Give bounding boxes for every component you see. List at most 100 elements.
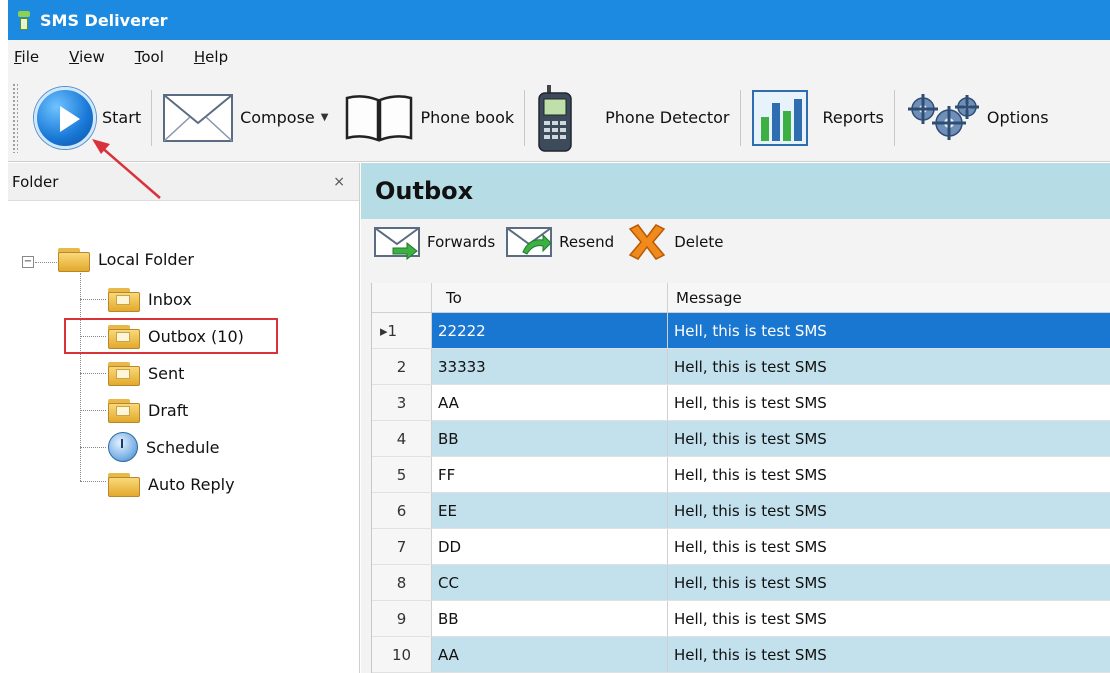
- mobile-phone-icon: [538, 84, 572, 152]
- tree-item-sent[interactable]: Sent: [108, 356, 184, 390]
- tree-item-auto-reply[interactable]: Auto Reply: [108, 467, 235, 501]
- row-index: ▸1: [372, 313, 432, 348]
- cell-message[interactable]: Hell, this is test SMS: [668, 601, 1110, 636]
- sent-folder-icon: [108, 360, 140, 386]
- cell-message[interactable]: Hell, this is test SMS: [668, 493, 1110, 528]
- folder-pane-header: Folder ×: [8, 163, 359, 201]
- start-button[interactable]: Start: [26, 80, 149, 156]
- options-button[interactable]: Options: [897, 80, 1057, 156]
- cell-message[interactable]: Hell, this is test SMS: [668, 349, 1110, 384]
- phone-detector-label: Phone Detector: [605, 108, 730, 127]
- row-index: 6: [372, 493, 432, 528]
- delete-button[interactable]: Delete: [624, 223, 724, 261]
- cell-to[interactable]: 22222: [432, 313, 668, 348]
- row-index: 3: [372, 385, 432, 420]
- table-row[interactable]: 8 CC Hell, this is test SMS: [372, 565, 1110, 601]
- table-row[interactable]: 9 BB Hell, this is test SMS: [372, 601, 1110, 637]
- cell-to[interactable]: FF: [432, 457, 668, 492]
- cell-message[interactable]: Hell, this is test SMS: [668, 637, 1110, 672]
- phone-book-button[interactable]: Phone book: [336, 80, 522, 156]
- tree-connector: [80, 299, 106, 300]
- table-row[interactable]: 7 DD Hell, this is test SMS: [372, 529, 1110, 565]
- cell-message[interactable]: Hell, this is test SMS: [668, 565, 1110, 600]
- menu-file[interactable]: File: [14, 48, 39, 66]
- row-index: 2: [372, 349, 432, 384]
- cell-message[interactable]: Hell, this is test SMS: [668, 421, 1110, 456]
- resend-envelope-icon: [506, 227, 553, 257]
- folder-open-icon: [58, 246, 90, 272]
- envelope-icon: [163, 93, 234, 142]
- chevron-down-icon[interactable]: ▼: [321, 112, 329, 123]
- cell-to[interactable]: EE: [432, 493, 668, 528]
- cell-to[interactable]: AA: [432, 385, 668, 420]
- message-actions-toolbar: Forwards Resend Delete: [361, 219, 1110, 265]
- main-toolbar: Start Compose ▼ Phone book Phone Detecto…: [8, 74, 1110, 162]
- cell-message[interactable]: Hell, this is test SMS: [668, 529, 1110, 564]
- column-header-to[interactable]: To: [432, 283, 668, 312]
- forwards-button[interactable]: Forwards: [373, 224, 495, 260]
- toolbar-separator: [739, 89, 741, 146]
- row-index: 5: [372, 457, 432, 492]
- cell-message[interactable]: Hell, this is test SMS: [668, 457, 1110, 492]
- table-row[interactable]: 6 EE Hell, this is test SMS: [372, 493, 1110, 529]
- auto-reply-folder-icon: [108, 471, 140, 497]
- tree-item-draft[interactable]: Draft: [108, 393, 188, 427]
- compose-button[interactable]: Compose ▼: [154, 80, 336, 156]
- cell-to[interactable]: 33333: [432, 349, 668, 384]
- reports-button[interactable]: Reports: [743, 80, 892, 156]
- cell-to[interactable]: AA: [432, 637, 668, 672]
- table-row[interactable]: ▸1 22222 Hell, this is test SMS: [372, 313, 1110, 349]
- cell-to[interactable]: DD: [432, 529, 668, 564]
- table-row[interactable]: 2 33333 Hell, this is test SMS: [372, 349, 1110, 385]
- start-label: Start: [102, 108, 142, 127]
- close-icon[interactable]: ×: [333, 174, 345, 190]
- tree-connector: [80, 373, 106, 374]
- tree-item-local-folder[interactable]: Local Folder: [58, 242, 194, 276]
- play-icon: [34, 86, 96, 149]
- tree-item-schedule[interactable]: Schedule: [108, 430, 220, 464]
- folder-tree: − Local Folder Inbox Outbox (10) Sent Dr…: [8, 201, 359, 671]
- menu-view[interactable]: View: [69, 48, 105, 66]
- compose-label: Compose: [240, 108, 315, 127]
- draft-folder-icon: [108, 397, 140, 423]
- toolbar-separator: [524, 89, 526, 146]
- row-header-corner: [372, 283, 432, 312]
- row-index: 7: [372, 529, 432, 564]
- clock-icon: [108, 432, 138, 462]
- phone-book-label: Phone book: [420, 108, 515, 127]
- toolbar-grip[interactable]: [12, 82, 18, 153]
- column-header-message[interactable]: Message: [668, 283, 1110, 312]
- cell-message[interactable]: Hell, this is test SMS: [668, 313, 1110, 348]
- delete-x-icon: [629, 224, 666, 260]
- table-row[interactable]: 3 AA Hell, this is test SMS: [372, 385, 1110, 421]
- cell-to[interactable]: CC: [432, 565, 668, 600]
- page-title: Outbox: [375, 177, 474, 205]
- menu-help[interactable]: Help: [194, 48, 228, 66]
- forward-envelope-icon: [374, 227, 420, 260]
- table-row[interactable]: 5 FF Hell, this is test SMS: [372, 457, 1110, 493]
- app-icon: [16, 9, 32, 31]
- collapse-icon[interactable]: −: [22, 256, 34, 268]
- folder-pane: Folder × − Local Folder Inbox Outbox (10…: [8, 163, 360, 673]
- outbox-pane: Outbox Forwards Resend Delete To Message…: [361, 163, 1110, 673]
- tree-connector: [35, 262, 57, 263]
- table-row[interactable]: 10 AA Hell, this is test SMS: [372, 637, 1110, 673]
- menu-bar: File View Tool Help: [8, 40, 1110, 74]
- row-index: 8: [372, 565, 432, 600]
- table-row[interactable]: 4 BB Hell, this is test SMS: [372, 421, 1110, 457]
- tree-connector: [80, 410, 106, 411]
- forwards-label: Forwards: [427, 233, 496, 251]
- cell-to[interactable]: BB: [432, 601, 668, 636]
- phone-detector-button[interactable]: Phone Detector: [527, 80, 737, 156]
- menu-tool[interactable]: Tool: [135, 48, 164, 66]
- row-index: 9: [372, 601, 432, 636]
- cell-message[interactable]: Hell, this is test SMS: [668, 385, 1110, 420]
- bar-chart-icon: [751, 89, 808, 146]
- toolbar-separator: [151, 89, 153, 146]
- folder-pane-title: Folder: [12, 172, 59, 191]
- resend-button[interactable]: Resend: [505, 224, 614, 260]
- cell-to[interactable]: BB: [432, 421, 668, 456]
- tree-item-inbox[interactable]: Inbox: [108, 282, 192, 316]
- grid-header: To Message: [372, 283, 1110, 313]
- tree-connector: [80, 273, 81, 481]
